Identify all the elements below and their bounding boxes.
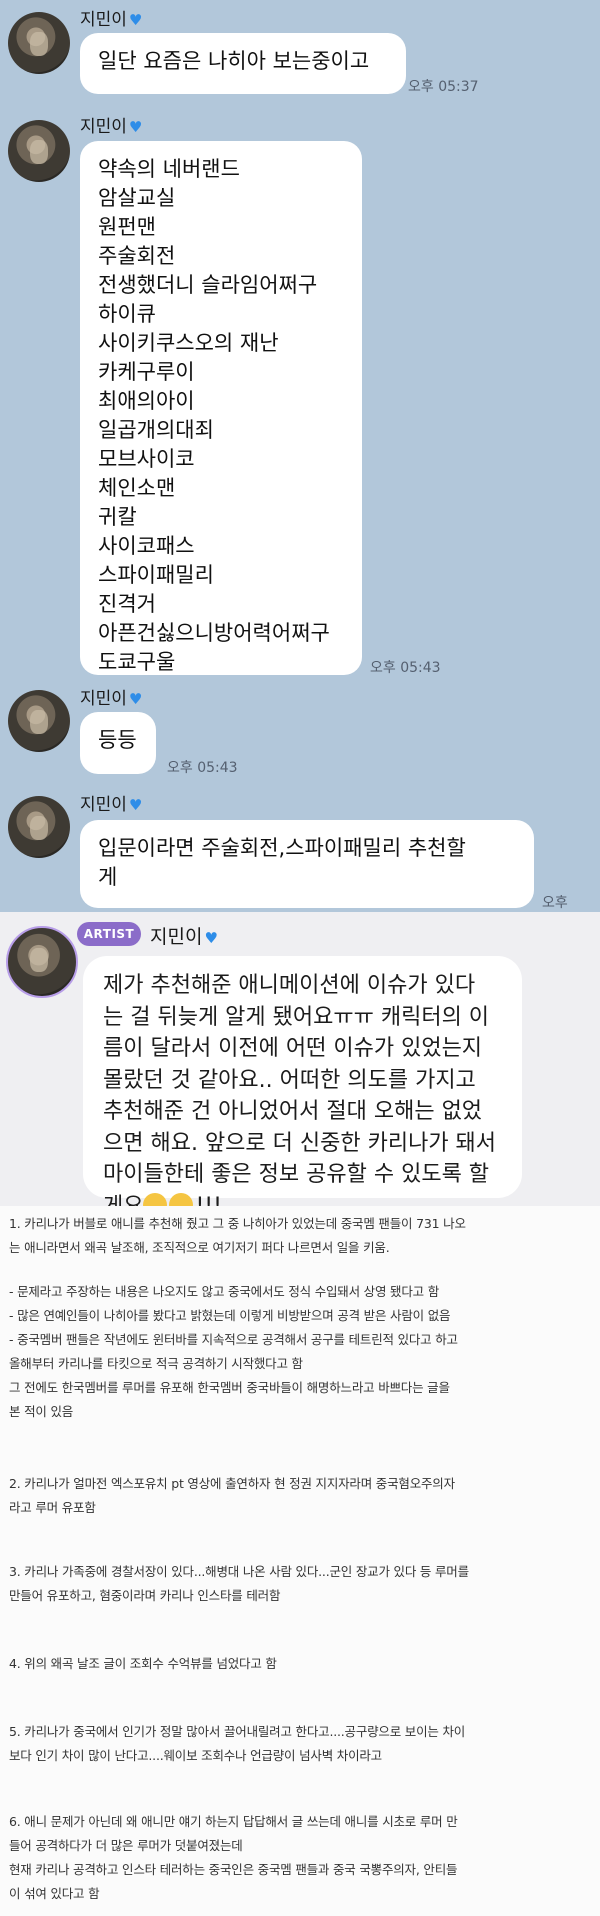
- blue-heart-icon: ♥: [128, 11, 143, 29]
- artist-message-bubble[interactable]: 제가 추천해준 애니메이션에 이슈가 있다 는 걸 뒤늦게 알게 됐어요ㅠㅠ 캐…: [83, 956, 522, 1219]
- list-item: 암살교실: [98, 186, 176, 210]
- sender-avatar[interactable]: [8, 796, 70, 858]
- message-line: 으면 해요. 앞으로 더 신중한 카리나가 돼서: [103, 1130, 497, 1156]
- sender-name: 지민이 ♥: [80, 10, 143, 30]
- message-line: 제가 추천해준 애니메이션에 이슈가 있다: [103, 973, 476, 998]
- message-line: 추천해준 건 아니었어서 절대 오해는 없었: [103, 1099, 483, 1124]
- message-time: 오후 05:43: [370, 660, 441, 676]
- paragraph-1-details: - 문제라고 주장하는 내용은 나오지도 않고 중국에서도 정식 수입돼서 상영…: [9, 1284, 458, 1419]
- list-item: 약속의 네버랜드: [98, 157, 240, 181]
- message-line: 름이 달라서 이전에 어떤 이슈가 있었는지: [103, 1036, 483, 1061]
- paragraph-2: 2. 카리나가 얼마전 엑스포유치 pt 영상에 출연하자 현 정권 지지자라며…: [9, 1476, 455, 1515]
- blue-heart-icon: ♥: [204, 929, 218, 947]
- list-item: 원펀맨: [98, 215, 156, 239]
- sender-avatar[interactable]: [8, 120, 70, 182]
- message-text: 등등: [98, 728, 137, 752]
- list-item: 전생했더니 슬라임어쩌구: [98, 273, 318, 297]
- list-item: 하이큐: [98, 302, 156, 326]
- sender-avatar[interactable]: [8, 12, 70, 74]
- list-item: 주술회전: [98, 244, 176, 268]
- list-item: 도쿄구울: [98, 650, 176, 674]
- message-time: 오후 05:37: [408, 79, 479, 95]
- paragraph-6: 6. 애니 문제가 아닌데 왜 애니만 얘기 하는지 답답해서 글 쓰는데 애니…: [9, 1814, 458, 1901]
- list-item: 아픈건싫으니방어력어쩌구: [98, 621, 330, 645]
- chat-screen: 지민이 ♥ 일단 요즘은 나히아 보는중이고 오후 05:37 지민이 ♥ 약속의 …: [0, 0, 600, 928]
- list-item: 체인소맨: [98, 476, 176, 500]
- paragraph-5: 5. 카리나가 중국에서 인기가 정말 많아서 끌어내릴려고 한다고....공구…: [9, 1724, 466, 1763]
- message-line: 는 걸 뒤늦게 알게 됐어요ㅠㅠ 캐릭터의 이: [103, 1004, 490, 1030]
- paragraph-3: 3. 카리나 가족중에 경찰서장이 있다...해병대 나온 사람 있다...군인…: [9, 1564, 469, 1603]
- message-text: 일단 요즘은 나히아 보는중이고: [98, 49, 370, 73]
- blue-heart-icon: ♥: [128, 690, 143, 708]
- artist-name: 지민이 ♥: [150, 926, 218, 948]
- list-item: 사이코패스: [98, 534, 195, 558]
- article-text: 1. 카리나가 버블로 애니를 추천해 줬고 그 중 나히아가 있었는데 중국멤…: [0, 1206, 600, 1916]
- list-item: 사이키쿠스오의 재난: [98, 331, 279, 355]
- list-item: 최애의아이: [98, 389, 195, 413]
- message-bubble[interactable]: 입문이라면 주술회전,스파이패밀리 추천할 게: [80, 820, 534, 908]
- message-line: 마이들한테 좋은 정보 공유할 수 있도록 할: [103, 1162, 490, 1187]
- message-bubble-list[interactable]: 약속의 네버랜드암살교실원펀맨주술회전전생했더니 슬라임어쩌구하이큐사이키쿠스오…: [80, 141, 362, 675]
- artist-message-card: ARTIST 지민이 ♥ 제가 추천해준 애니메이션에 이슈가 있다 는 걸 뒤늦…: [0, 912, 600, 1219]
- list-item: 일곱개의대죄: [98, 418, 214, 442]
- message-text: 입문이라면 주술회전,스파이패밀리 추천할: [98, 836, 466, 860]
- sender-name: 지민이 ♥: [80, 795, 143, 815]
- list-item: 스파이패밀리: [98, 563, 214, 587]
- message-text: 게: [98, 865, 118, 889]
- paragraph-1: 1. 카리나가 버블로 애니를 추천해 줬고 그 중 나히아가 있었는데 중국멤…: [9, 1216, 466, 1255]
- artist-badge: ARTIST: [77, 922, 141, 946]
- sender-avatar[interactable]: [8, 690, 70, 752]
- message-bubble[interactable]: 일단 요즘은 나히아 보는중이고: [80, 33, 406, 94]
- blue-heart-icon: ♥: [128, 118, 143, 136]
- sender-name: 지민이 ♥: [80, 117, 143, 137]
- list-item: 진격거: [98, 592, 156, 616]
- message-bubble[interactable]: 등등: [80, 712, 156, 774]
- list-item: 귀칼: [98, 505, 137, 529]
- list-item: 카케구루이: [98, 360, 195, 384]
- list-item: 모브사이코: [98, 447, 195, 471]
- paragraph-4: 4. 위의 왜곡 날조 글이 조회수 수억뷰를 넘었다고 함: [9, 1656, 277, 1671]
- message-time: 오후 05:43: [167, 760, 238, 776]
- sender-name: 지민이 ♥: [80, 689, 143, 709]
- message-line: 몰랐던 것 같아요.. 어떠한 의도를 가지고: [103, 1067, 476, 1093]
- artist-avatar[interactable]: [6, 926, 78, 998]
- blue-heart-icon: ♥: [128, 796, 143, 814]
